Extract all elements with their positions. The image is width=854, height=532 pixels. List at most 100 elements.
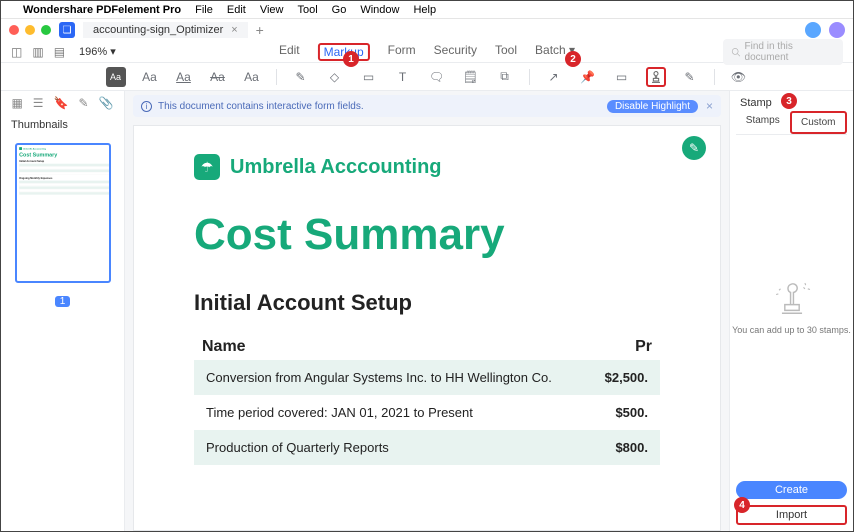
table-row: Production of Quarterly Reports $800. xyxy=(194,430,660,465)
menu-go[interactable]: Go xyxy=(332,4,347,16)
area-highlight-icon[interactable]: ▭ xyxy=(612,67,632,87)
info-icon: i xyxy=(141,101,152,112)
eraser-icon[interactable]: ◇ xyxy=(325,67,345,87)
link-icon[interactable]: ⧉ xyxy=(495,67,515,87)
banner-close-icon[interactable]: × xyxy=(706,99,713,113)
account-avatar-icon[interactable] xyxy=(829,22,845,38)
toolbar-separator xyxy=(529,69,530,85)
cell-price: $800. xyxy=(568,440,648,455)
company-name: Umbrella Acccounting xyxy=(230,156,442,179)
section-heading: Initial Account Setup xyxy=(194,290,660,316)
window-close-icon[interactable] xyxy=(9,25,19,35)
callout-3: 3 xyxy=(781,93,797,109)
secondary-toolbar: ◫ ▥ ▤ 196% ▾ Edit Markup Form Security T… xyxy=(1,41,853,63)
thumbnails-panel: ▦ ☰ 🔖 ✎ 📎 Thumbnails Umbrella Acccountin… xyxy=(1,91,125,531)
note-icon[interactable]: 🗒 xyxy=(461,67,481,87)
left-panel-tabs: ▦ ☰ 🔖 ✎ 📎 xyxy=(1,91,124,115)
disable-highlight-button[interactable]: Disable Highlight xyxy=(607,100,698,113)
main-area: ▦ ☰ 🔖 ✎ 📎 Thumbnails Umbrella Acccountin… xyxy=(1,91,853,531)
menu-window[interactable]: Window xyxy=(360,4,399,16)
form-banner-text: This document contains interactive form … xyxy=(158,101,364,112)
table-row: Time period covered: JAN 01, 2021 to Pre… xyxy=(194,395,660,430)
pin-icon[interactable]: 📌 xyxy=(578,67,598,87)
umbrella-logo-icon: ☂ xyxy=(194,154,220,180)
panel-toggle-icon[interactable]: ▥ xyxy=(32,45,43,59)
cell-name: Time period covered: JAN 01, 2021 to Pre… xyxy=(206,405,568,420)
cell-price: $500. xyxy=(568,405,648,420)
menu-view[interactable]: View xyxy=(260,4,284,16)
search-icon xyxy=(731,47,741,57)
tab-close-icon[interactable]: × xyxy=(231,24,237,36)
cell-price: $2,500. xyxy=(568,370,648,385)
stamp-tool-button[interactable] xyxy=(646,67,666,87)
search-placeholder: Find in this document xyxy=(745,41,835,63)
bookmarks-tab-icon[interactable]: ☰ xyxy=(33,96,44,110)
shape-icon[interactable]: ▭ xyxy=(359,67,379,87)
cost-table: Name Pr Conversion from Angular Systems … xyxy=(194,334,660,465)
toolbar-separator xyxy=(714,69,715,85)
window-minimize-icon[interactable] xyxy=(25,25,35,35)
import-stamp-button[interactable]: Import xyxy=(736,505,847,525)
bookmark-icon[interactable]: 🔖 xyxy=(54,96,69,110)
mode-tabs: Edit Markup Form Security Tool Batch ▾ xyxy=(279,43,575,61)
menu-tool[interactable]: Tool xyxy=(297,4,317,16)
callout-1: 1 xyxy=(343,51,359,67)
app-name[interactable]: Wondershare PDFelement Pro xyxy=(23,4,181,16)
app-logo-icon: ❏ xyxy=(59,22,75,38)
callout-2: 2 xyxy=(565,51,581,67)
stamp-panel: Stamp Stamps Custom You can add up to 30… xyxy=(729,91,853,531)
underline-icon[interactable]: Aa xyxy=(174,67,194,87)
stamp-empty-state: You can add up to 30 stamps. xyxy=(730,135,853,475)
comment-fab-icon[interactable]: ✎ xyxy=(682,136,706,160)
create-stamp-button[interactable]: Create xyxy=(736,481,847,499)
cloud-sync-icon[interactable] xyxy=(805,22,821,38)
textbox-icon[interactable]: T xyxy=(393,67,413,87)
annotations-tab-icon[interactable]: ✎ xyxy=(79,96,89,110)
pencil-icon[interactable]: ✎ xyxy=(291,67,311,87)
toolbar-separator xyxy=(276,69,277,85)
squiggly-icon[interactable]: Aa xyxy=(242,67,262,87)
thumbnails-tab-icon[interactable]: ▦ xyxy=(11,96,22,110)
strikethrough-icon[interactable]: Aa xyxy=(208,67,228,87)
pdf-page[interactable]: ✎ ☂ Umbrella Acccounting Cost Summary In… xyxy=(133,125,721,531)
stamp-icon xyxy=(648,69,664,85)
menu-file[interactable]: File xyxy=(195,4,213,16)
new-tab-button[interactable]: + xyxy=(256,22,264,38)
menu-help[interactable]: Help xyxy=(413,4,436,16)
col-price-header: Pr xyxy=(572,338,652,356)
callout-icon[interactable]: 🗨 xyxy=(427,67,447,87)
zoom-dropdown[interactable]: 196% ▾ xyxy=(79,45,116,58)
attachments-tab-icon[interactable]: 📎 xyxy=(99,96,114,110)
arrow-icon[interactable]: ↗ xyxy=(544,67,564,87)
tab-custom[interactable]: Custom xyxy=(790,111,848,134)
table-row: Conversion from Angular Systems Inc. to … xyxy=(194,360,660,395)
menu-edit[interactable]: Edit xyxy=(227,4,246,16)
cell-name: Conversion from Angular Systems Inc. to … xyxy=(206,370,568,385)
mode-tool[interactable]: Tool xyxy=(495,43,517,61)
sidebar-toggle-icon[interactable]: ◫ xyxy=(11,45,22,59)
form-fields-banner: i This document contains interactive for… xyxy=(133,95,721,117)
cell-name: Production of Quarterly Reports xyxy=(206,440,568,455)
stamp-empty-icon xyxy=(769,273,815,319)
page-thumbnail-1[interactable]: Umbrella Acccounting Cost Summary Initia… xyxy=(15,143,111,283)
window-controls xyxy=(9,25,51,35)
text-color-icon[interactable]: Aa xyxy=(140,67,160,87)
window-zoom-icon[interactable] xyxy=(41,25,51,35)
signature-icon[interactable]: ✎ xyxy=(680,67,700,87)
search-input[interactable]: Find in this document xyxy=(723,39,843,65)
tab-stamps[interactable]: Stamps xyxy=(736,111,790,134)
stamp-empty-text: You can add up to 30 stamps. xyxy=(732,325,851,337)
text-highlight-icon[interactable]: Aa xyxy=(106,67,126,87)
mac-menubar: Wondershare PDFelement Pro File Edit Vie… xyxy=(1,1,853,19)
markup-toolbar: Aa Aa Aa Aa Aa ✎ ◇ ▭ T 🗨 🗒 ⧉ ↗ 📌 ▭ ✎ 👁 xyxy=(1,63,853,91)
document-tab[interactable]: accounting-sign_Optimizer × xyxy=(83,22,248,38)
mode-edit[interactable]: Edit xyxy=(279,43,300,61)
page-layout-icon[interactable]: ▤ xyxy=(54,45,65,59)
col-name-header: Name xyxy=(202,338,572,356)
mode-form[interactable]: Form xyxy=(388,43,416,61)
company-brand: ☂ Umbrella Acccounting xyxy=(194,154,660,180)
callout-4: 4 xyxy=(734,497,750,513)
hide-annotations-icon[interactable]: 👁 xyxy=(729,67,749,87)
thumbnails-label: Thumbnails xyxy=(1,115,124,135)
mode-security[interactable]: Security xyxy=(434,43,477,61)
